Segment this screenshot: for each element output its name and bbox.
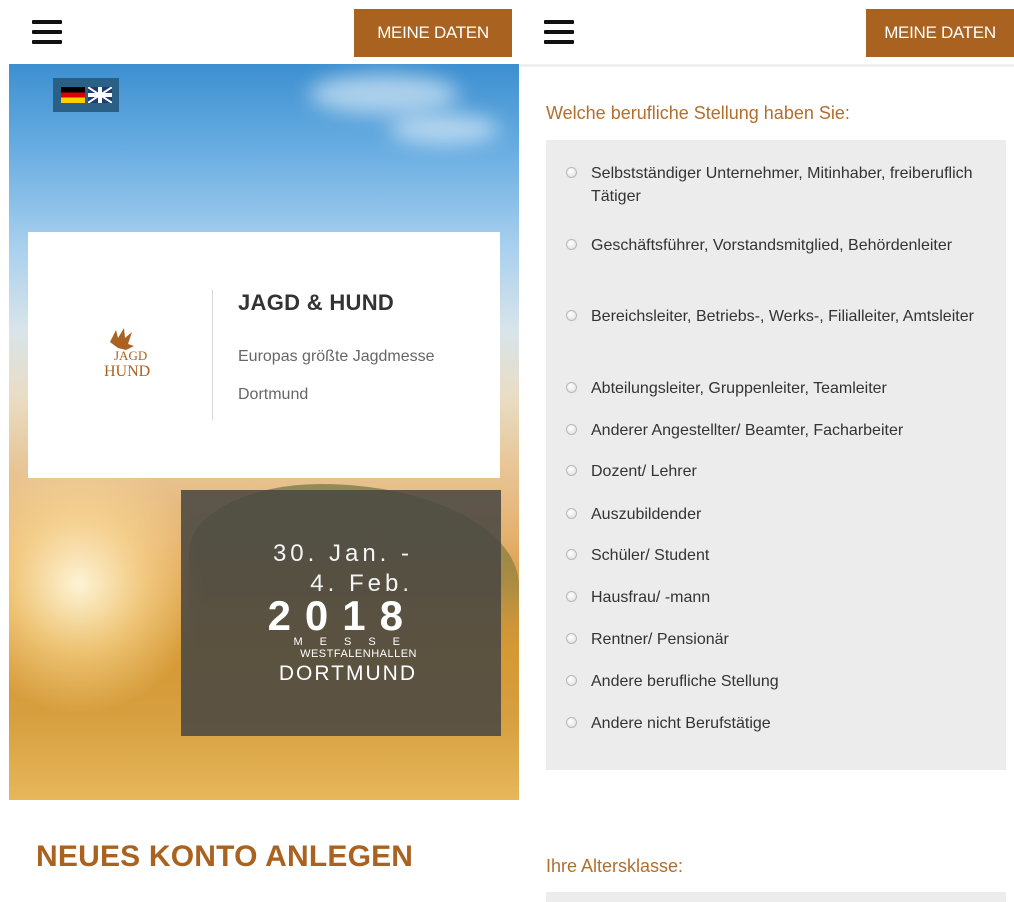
radio-option[interactable]: Schüler/ Student — [566, 544, 996, 567]
radio-button[interactable] — [566, 382, 577, 393]
uk-flag-icon[interactable] — [87, 87, 112, 103]
right-screen: MEINE DATEN Welche berufliche Stellung h… — [520, 0, 1014, 902]
event-date-box: 30. Jan. - 4. Feb. 2018 MESSE WESTFALENH… — [181, 490, 501, 736]
event-title: JAGD & HUND — [238, 290, 395, 315]
top-bar: MEINE DATEN — [0, 0, 520, 64]
radio-button[interactable] — [566, 508, 577, 519]
option-label: Rentner/ Pensionär — [591, 631, 729, 648]
meine-daten-button[interactable]: MEINE DATEN — [354, 9, 512, 57]
option-label: Selbstständiger Unternehmer, Mitinhaber,… — [591, 165, 973, 205]
hamburger-icon[interactable] — [32, 20, 62, 44]
option-label: Andere berufliche Stellung — [591, 673, 779, 690]
top-bar: MEINE DATEN — [520, 0, 1014, 67]
jagd-hund-logo-icon: JAGD HUND — [104, 328, 150, 380]
event-subtitle: Europas größte Jagdmesse — [238, 348, 435, 365]
cloud — [389, 114, 499, 144]
radio-button[interactable] — [566, 465, 577, 476]
venue-label: WESTFALENHALLEN — [300, 648, 417, 660]
option-label: Hausfrau/ -mann — [591, 589, 711, 606]
radio-option[interactable]: Abteilungsleiter, Gruppenleiter, Teamlei… — [566, 377, 996, 400]
radio-option[interactable]: Dozent/ Lehrer — [566, 460, 996, 483]
radio-option[interactable]: Andere nicht Berufstätige — [566, 712, 996, 735]
radio-option[interactable]: Selbstständiger Unternehmer, Mitinhaber,… — [566, 162, 996, 208]
event-card: JAGD HUND JAGD & HUND Europas größte Jag… — [28, 232, 500, 478]
position-options: Selbstständiger Unternehmer, Mitinhaber,… — [546, 140, 1006, 770]
option-label: Andere nicht Berufstätige — [591, 715, 771, 732]
logo-word-hund: HUND — [104, 363, 150, 380]
age-question: Ihre Altersklasse: — [546, 856, 684, 876]
german-flag-icon[interactable] — [60, 87, 85, 103]
hamburger-icon[interactable] — [544, 20, 574, 44]
radio-option[interactable]: Auszubildender — [566, 503, 996, 526]
radio-button[interactable] — [566, 549, 577, 560]
radio-option[interactable]: Anderer Angestellter/ Beamter, Facharbei… — [566, 419, 996, 442]
language-switcher — [53, 78, 119, 112]
option-label: Abteilungsleiter, Gruppenleiter, Teamlei… — [591, 380, 887, 397]
date-start: 30. Jan. - — [272, 540, 413, 567]
radio-button[interactable] — [566, 310, 577, 321]
age-options — [546, 892, 1006, 902]
radio-button[interactable] — [566, 239, 577, 250]
hero-banner: JAGD HUND JAGD & HUND Europas größte Jag… — [9, 64, 519, 800]
radio-button[interactable] — [566, 167, 577, 178]
option-label: Geschäftsführer, Vorstandsmitglied, Behö… — [591, 237, 953, 254]
divider — [212, 290, 213, 420]
option-label: Auszubildender — [591, 506, 702, 523]
radio-option[interactable]: Geschäftsführer, Vorstandsmitglied, Behö… — [566, 234, 996, 257]
option-label: Schüler/ Student — [591, 547, 710, 564]
left-screen: MEINE DATEN JAGD HUND JAGD & HUND Europa… — [0, 0, 520, 902]
messe-label: MESSE — [293, 636, 417, 648]
radio-option[interactable]: Rentner/ Pensionär — [566, 628, 996, 651]
position-question: Welche berufliche Stellung haben Sie: — [546, 103, 850, 123]
radio-button[interactable] — [566, 717, 577, 728]
option-label: Anderer Angestellter/ Beamter, Facharbei… — [591, 422, 904, 439]
radio-button[interactable] — [566, 633, 577, 644]
radio-button[interactable] — [566, 424, 577, 435]
radio-button[interactable] — [566, 591, 577, 602]
page-title: NEUES KONTO ANLEGEN — [36, 840, 414, 873]
option-label: Dozent/ Lehrer — [591, 463, 697, 480]
meine-daten-button[interactable]: MEINE DATEN — [866, 9, 1014, 57]
event-year: 2018 — [267, 592, 417, 639]
city-label: DORTMUND — [278, 662, 417, 685]
radio-button[interactable] — [566, 675, 577, 686]
event-city: Dortmund — [238, 386, 309, 403]
cloud — [309, 74, 459, 114]
radio-option[interactable]: Bereichsleiter, Betriebs-, Werks-, Filia… — [566, 305, 996, 328]
logo-word-jagd: JAGD — [114, 348, 147, 363]
radio-option[interactable]: Hausfrau/ -mann — [566, 586, 996, 609]
radio-option[interactable]: Andere berufliche Stellung — [566, 670, 996, 693]
option-label: Bereichsleiter, Betriebs-, Werks-, Filia… — [591, 308, 974, 325]
